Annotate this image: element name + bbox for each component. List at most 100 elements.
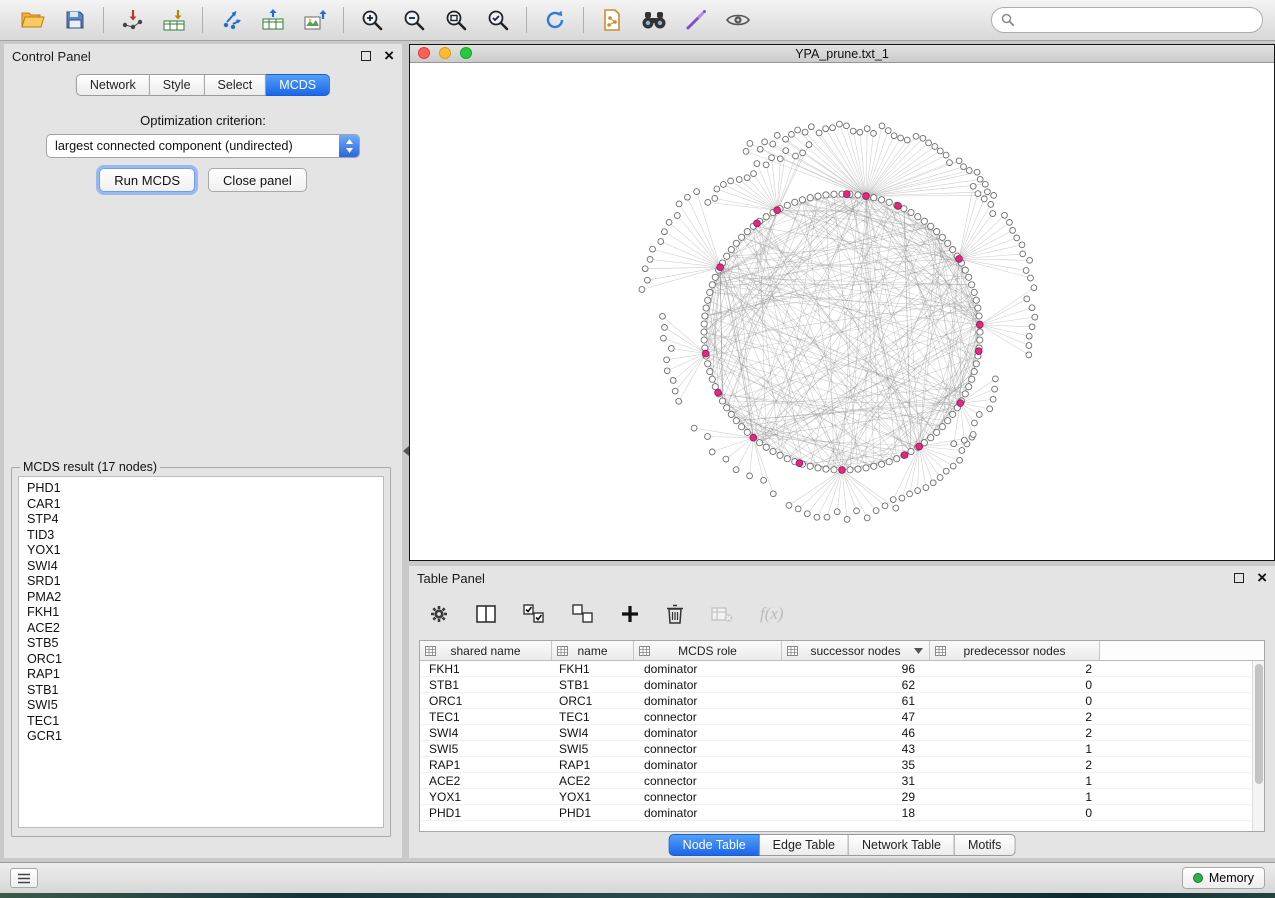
tab-select[interactable]: Select (205, 74, 267, 96)
zoom-selected-button[interactable] (477, 4, 519, 36)
float-panel-icon[interactable] (1234, 573, 1244, 583)
search-network-button[interactable] (633, 4, 675, 36)
tab-mcds[interactable]: MCDS (266, 74, 330, 96)
export-image-button[interactable] (294, 4, 336, 36)
refresh-layout-button[interactable] (534, 4, 576, 36)
mcds-result-item[interactable]: YOX1 (27, 543, 375, 559)
save-button[interactable] (54, 4, 96, 36)
tab-node-table[interactable]: Node Table (669, 834, 760, 856)
column-grid-icon (787, 646, 798, 656)
mcds-result-item[interactable]: PHD1 (27, 481, 375, 497)
zoom-out-button[interactable] (393, 4, 435, 36)
mcds-result-title: MCDS result (17 nodes) (20, 460, 160, 474)
minimize-window-icon[interactable] (439, 47, 451, 59)
global-search-field[interactable] (991, 7, 1263, 33)
table-row[interactable]: SWI4SWI4dominator462 (420, 725, 1264, 741)
import-table-button[interactable] (153, 4, 195, 36)
column-header-shared-name[interactable]: shared name (420, 641, 552, 660)
search-input[interactable] (1021, 13, 1253, 28)
table-row[interactable]: RAP1RAP1dominator352 (420, 757, 1264, 773)
function-builder-button[interactable]: f(x) (760, 604, 784, 624)
panel-splitter[interactable] (402, 44, 409, 858)
mcds-result-list[interactable]: PHD1CAR1STP4TID3YOX1SWI4SRD1PMA2FKH1ACE2… (18, 476, 384, 828)
open-button[interactable] (12, 4, 54, 36)
export-network-button[interactable] (210, 4, 252, 36)
tab-edge-table[interactable]: Edge Table (760, 834, 849, 856)
delete-table-button[interactable] (711, 605, 733, 623)
mcds-result-item[interactable]: STB1 (27, 683, 375, 699)
mcds-result-item[interactable]: TEC1 (27, 714, 375, 730)
table-cell-mcds_role: dominator (634, 661, 782, 677)
optimization-criterion-select[interactable]: largest connected component (undirected) (46, 134, 360, 158)
close-panel-icon[interactable]: × (384, 51, 394, 61)
zoom-fit-button[interactable] (435, 4, 477, 36)
table-settings-button[interactable] (429, 604, 449, 624)
mcds-result-item[interactable]: RAP1 (27, 667, 375, 683)
mcds-result-item[interactable]: ACE2 (27, 621, 375, 637)
table-row[interactable]: ACE2ACE2connector311 (420, 773, 1264, 789)
graphics-details-button[interactable] (717, 4, 759, 36)
collapse-arrow-icon[interactable] (403, 446, 409, 456)
close-panel-button[interactable]: Close panel (208, 168, 307, 192)
tab-network[interactable]: Network (76, 74, 150, 96)
close-window-icon[interactable] (418, 47, 430, 59)
mcds-result-item[interactable]: SRD1 (27, 574, 375, 590)
mcds-result-item[interactable]: SWI5 (27, 698, 375, 714)
scrollbar-thumb[interactable] (1255, 664, 1263, 784)
mcds-result-item[interactable]: TID3 (27, 528, 375, 544)
mcds-result-item[interactable]: SWI4 (27, 559, 375, 575)
table-scrollbar[interactable] (1252, 661, 1264, 831)
show-columns-button[interactable] (476, 605, 496, 623)
table-row[interactable]: ORC1ORC1dominator610 (420, 693, 1264, 709)
mcds-result-item[interactable]: ORC1 (27, 652, 375, 668)
clone-network-button[interactable] (591, 4, 633, 36)
zoom-in-button[interactable] (351, 4, 393, 36)
close-panel-icon[interactable]: × (1257, 573, 1267, 583)
mcds-result-item[interactable]: FKH1 (27, 605, 375, 621)
table-panel-title: Table Panel (417, 571, 485, 586)
mcds-result-item[interactable]: STP4 (27, 512, 375, 528)
delete-column-button[interactable] (666, 604, 684, 624)
mcds-result-item[interactable]: PMA2 (27, 590, 375, 606)
float-panel-icon[interactable] (361, 51, 371, 61)
maximize-window-icon[interactable] (460, 47, 472, 59)
export-table-button[interactable] (252, 4, 294, 36)
import-network-button[interactable] (111, 4, 153, 36)
unselect-all-columns-button[interactable] (572, 604, 594, 624)
create-column-button[interactable] (621, 605, 639, 623)
table-cell-shared_name: ORC1 (420, 693, 552, 709)
table-row[interactable]: STB1STB1dominator620 (420, 677, 1264, 693)
network-canvas[interactable] (410, 64, 1274, 560)
table-panel: Table Panel × f(x) shared name name MCDS… (409, 566, 1275, 858)
network-view[interactable] (410, 64, 1274, 560)
memory-button[interactable]: Memory (1182, 867, 1265, 889)
table-cell-filler (1100, 741, 1264, 757)
tab-motifs[interactable]: Motifs (955, 834, 1015, 856)
column-header-predecessor-nodes[interactable]: predecessor nodes (930, 641, 1100, 660)
network-window: YPA_prune.txt_1 (409, 44, 1275, 561)
column-header-successor-nodes[interactable]: successor nodes (782, 641, 930, 660)
column-header-mcds-role[interactable]: MCDS role (634, 641, 782, 660)
table-row[interactable]: FKH1FKH1dominator962 (420, 661, 1264, 677)
mcds-result-item[interactable]: STB5 (27, 636, 375, 652)
mcds-result-item[interactable]: CAR1 (27, 497, 375, 513)
column-header-name[interactable]: name (552, 641, 634, 660)
table-row[interactable]: YOX1YOX1connector291 (420, 789, 1264, 805)
sort-descending-icon[interactable] (914, 648, 923, 654)
network-window-titlebar[interactable]: YPA_prune.txt_1 (410, 45, 1274, 63)
style-brush-button[interactable] (675, 4, 717, 36)
tab-network-table[interactable]: Network Table (849, 834, 955, 856)
table-row[interactable]: SWI5SWI5connector431 (420, 741, 1264, 757)
select-all-columns-button[interactable] (523, 604, 545, 624)
run-mcds-button[interactable]: Run MCDS (99, 168, 195, 192)
dropdown-stepper-icon (339, 135, 359, 157)
table-cell-predecessor_nodes: 0 (930, 677, 1100, 693)
table-row[interactable]: TEC1TEC1connector472 (420, 709, 1264, 725)
import-table-icon (162, 9, 186, 31)
tab-style[interactable]: Style (150, 74, 205, 96)
desktop-wallpaper-strip (0, 893, 1275, 898)
mcds-buttons-row: Run MCDS Close panel (4, 168, 402, 192)
show-panels-button[interactable] (10, 868, 38, 888)
table-row[interactable]: PHD1PHD1dominator180 (420, 805, 1264, 821)
mcds-result-item[interactable]: GCR1 (27, 729, 375, 745)
